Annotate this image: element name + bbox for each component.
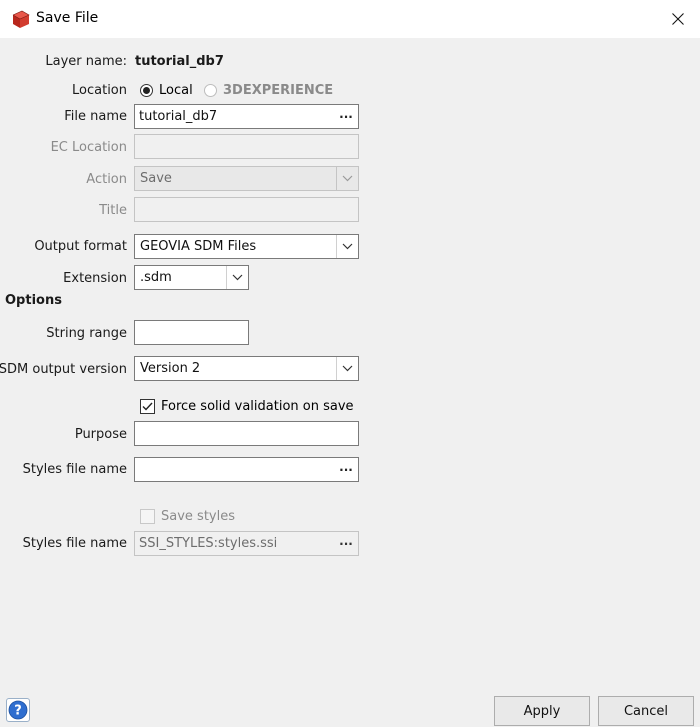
file-name-input[interactable]: tutorial_db7 ... bbox=[134, 104, 359, 129]
chevron-down-icon bbox=[336, 235, 358, 258]
location-local-label: Local bbox=[159, 83, 193, 98]
radio-checked-icon bbox=[140, 84, 153, 97]
ec-location-label: EC Location bbox=[50, 140, 127, 155]
apply-button[interactable]: Apply bbox=[494, 696, 590, 726]
save-styles-label: Save styles bbox=[161, 509, 235, 524]
layer-name-label: Layer name: bbox=[45, 54, 127, 69]
styles-file-browse-button-2[interactable]: ... bbox=[334, 532, 358, 555]
force-validation-label: Force solid validation on save bbox=[161, 399, 354, 414]
force-validation-checkbox[interactable]: Force solid validation on save bbox=[140, 399, 354, 414]
string-range-input[interactable] bbox=[134, 320, 249, 345]
string-range-label: String range bbox=[46, 326, 127, 341]
title-bar: Save File bbox=[0, 0, 700, 38]
sdm-version-select[interactable]: Version 2 bbox=[134, 356, 359, 381]
app-icon bbox=[12, 10, 30, 28]
styles-file-input-2[interactable]: SSI_STYLES:styles.ssi ... bbox=[134, 531, 359, 556]
action-label: Action bbox=[86, 172, 127, 187]
layer-name-value: tutorial_db7 bbox=[135, 54, 224, 69]
close-icon bbox=[672, 13, 684, 25]
title-label: Title bbox=[99, 203, 127, 218]
file-name-browse-button[interactable]: ... bbox=[334, 105, 358, 128]
extension-value: .sdm bbox=[140, 270, 172, 285]
styles-file-browse-button[interactable]: ... bbox=[334, 458, 358, 481]
location-3dexperience-label: 3DEXPERIENCE bbox=[223, 83, 334, 98]
output-format-select[interactable]: GEOVIA SDM Files bbox=[134, 234, 359, 259]
styles-file-input[interactable]: ... bbox=[134, 457, 359, 482]
help-icon: ? bbox=[8, 700, 28, 720]
cancel-button[interactable]: Cancel bbox=[598, 696, 694, 726]
chevron-down-icon bbox=[336, 357, 358, 380]
location-3dexperience-radio[interactable]: 3DEXPERIENCE bbox=[204, 83, 333, 98]
styles-file-label-2: Styles file name bbox=[22, 536, 127, 551]
styles-file-label: Styles file name bbox=[22, 462, 127, 477]
action-value: Save bbox=[140, 171, 172, 186]
checkmark-icon bbox=[140, 399, 155, 414]
help-button[interactable]: ? bbox=[6, 698, 30, 722]
window-title: Save File bbox=[36, 10, 99, 26]
title-input[interactable] bbox=[134, 197, 359, 222]
action-select[interactable]: Save bbox=[134, 166, 359, 191]
output-format-label: Output format bbox=[34, 239, 127, 254]
purpose-input[interactable] bbox=[134, 421, 359, 446]
chevron-down-icon bbox=[226, 266, 248, 289]
options-header: Options bbox=[5, 293, 62, 308]
extension-select[interactable]: .sdm bbox=[134, 265, 249, 290]
sdm-version-label: SDM output version bbox=[0, 362, 127, 377]
dialog-body: Layer name: tutorial_db7 Location Local … bbox=[0, 38, 700, 727]
svg-text:?: ? bbox=[14, 704, 22, 719]
extension-label: Extension bbox=[63, 271, 127, 286]
ec-location-input[interactable] bbox=[134, 134, 359, 159]
file-name-label: File name bbox=[64, 109, 127, 124]
purpose-label: Purpose bbox=[74, 427, 127, 442]
sdm-version-value: Version 2 bbox=[140, 361, 201, 376]
styles-file-value-2: SSI_STYLES:styles.ssi bbox=[139, 536, 278, 551]
close-button[interactable] bbox=[656, 0, 700, 38]
file-name-value: tutorial_db7 bbox=[139, 109, 218, 124]
checkbox-unchecked-icon bbox=[140, 509, 155, 524]
radio-unchecked-icon bbox=[204, 84, 217, 97]
output-format-value: GEOVIA SDM Files bbox=[140, 239, 257, 254]
save-styles-checkbox[interactable]: Save styles bbox=[140, 509, 235, 524]
chevron-down-icon bbox=[336, 167, 358, 190]
location-label: Location bbox=[72, 83, 127, 98]
location-local-radio[interactable]: Local bbox=[140, 83, 193, 98]
